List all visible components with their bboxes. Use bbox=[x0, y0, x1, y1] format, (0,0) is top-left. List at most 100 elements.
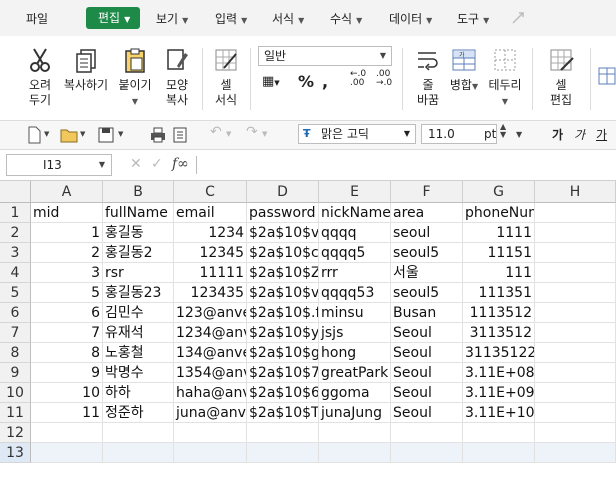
cell-C4[interactable]: 11111 bbox=[174, 263, 247, 283]
cell-B11[interactable]: 정준하 bbox=[103, 403, 174, 423]
cell-B7[interactable]: 유재석 bbox=[103, 323, 174, 343]
cell-E2[interactable]: qqqq bbox=[319, 223, 391, 243]
cell-E6[interactable]: minsu bbox=[319, 303, 391, 323]
collapse-ribbon-icon[interactable] bbox=[510, 10, 526, 26]
cell-B2[interactable]: 홍길동 bbox=[103, 223, 174, 243]
select-all-corner[interactable] bbox=[0, 181, 31, 203]
menu-format[interactable]: 서식 ▼ bbox=[272, 10, 304, 27]
cell-A4[interactable]: 3 bbox=[31, 263, 103, 283]
chevron-down-icon[interactable]: ▼ bbox=[516, 130, 522, 148]
column-header-G[interactable]: G bbox=[463, 181, 535, 203]
wrap-text-button[interactable]: 줄 바꿈 bbox=[412, 46, 444, 108]
cell-C10[interactable]: haha@anv bbox=[174, 383, 247, 403]
cell-B12[interactable] bbox=[103, 423, 174, 443]
cell-E10[interactable]: ggoma bbox=[319, 383, 391, 403]
cell-E5[interactable]: qqqq53 bbox=[319, 283, 391, 303]
cell-A9[interactable]: 9 bbox=[31, 363, 103, 383]
cell-E13[interactable] bbox=[319, 443, 391, 463]
row-header-13[interactable]: 13 bbox=[0, 443, 31, 463]
cell-C2[interactable]: 1234 bbox=[174, 223, 247, 243]
chevron-down-icon[interactable]: ▼ bbox=[80, 130, 85, 148]
cell-C12[interactable] bbox=[174, 423, 247, 443]
chevron-down-icon[interactable]: ▼ bbox=[226, 130, 231, 148]
cell-C13[interactable] bbox=[174, 443, 247, 463]
cell-D1[interactable]: password bbox=[247, 203, 319, 223]
cell-H3[interactable] bbox=[535, 243, 616, 263]
font-select[interactable]: Ŧ 맑은 고딕 ▼ bbox=[298, 124, 416, 144]
font-size-select[interactable]: 11.0 pt bbox=[421, 124, 497, 144]
border-button[interactable]: 테두리 ▼ bbox=[486, 46, 524, 109]
cell-D7[interactable]: $2a$10$yB bbox=[247, 323, 319, 343]
chevron-down-icon[interactable]: ▼ bbox=[118, 130, 123, 148]
cell-E3[interactable]: qqqq5 bbox=[319, 243, 391, 263]
row-header-8[interactable]: 8 bbox=[0, 343, 31, 363]
copy-button[interactable]: 복사하기 bbox=[60, 46, 112, 93]
cell-A6[interactable]: 6 bbox=[31, 303, 103, 323]
cell-G1[interactable]: phoneNumber bbox=[463, 203, 535, 223]
italic-button[interactable]: 가 bbox=[574, 126, 585, 144]
column-header-B[interactable]: B bbox=[103, 181, 174, 203]
cell-F5[interactable]: seoul5 bbox=[391, 283, 463, 303]
chevron-down-icon[interactable]: ▼ bbox=[262, 130, 267, 148]
cell-D3[interactable]: $2a$10$cc bbox=[247, 243, 319, 263]
cell-G2[interactable]: 1111 bbox=[463, 223, 535, 243]
row-header-9[interactable]: 9 bbox=[0, 363, 31, 383]
redo-icon[interactable]: ↷ bbox=[246, 124, 258, 142]
cell-B13[interactable] bbox=[103, 443, 174, 463]
format-painter-button[interactable]: 모양 복사 bbox=[160, 46, 194, 108]
cell-A7[interactable]: 7 bbox=[31, 323, 103, 343]
print-preview-icon[interactable] bbox=[172, 126, 188, 144]
chevron-down-icon[interactable]: ▼ bbox=[44, 130, 49, 148]
cell-E1[interactable]: nickName bbox=[319, 203, 391, 223]
name-box[interactable]: I13 ▼ bbox=[6, 154, 112, 176]
cell-H13[interactable] bbox=[535, 443, 616, 463]
cell-H6[interactable] bbox=[535, 303, 616, 323]
column-header-H[interactable]: H bbox=[535, 181, 616, 203]
cell-H5[interactable] bbox=[535, 283, 616, 303]
cell-A1[interactable]: mid bbox=[31, 203, 103, 223]
cell-F3[interactable]: seoul5 bbox=[391, 243, 463, 263]
cell-D2[interactable]: $2a$10$vp bbox=[247, 223, 319, 243]
percent-icon[interactable]: % bbox=[298, 72, 314, 91]
cell-F8[interactable]: Seoul bbox=[391, 343, 463, 363]
cell-F7[interactable]: Seoul bbox=[391, 323, 463, 343]
cell-D6[interactable]: $2a$10$.fr bbox=[247, 303, 319, 323]
cell-D8[interactable]: $2a$10$gu bbox=[247, 343, 319, 363]
cell-H4[interactable] bbox=[535, 263, 616, 283]
confirm-icon[interactable]: ✓ bbox=[151, 156, 163, 172]
cell-G8[interactable]: 31135122 bbox=[463, 343, 535, 363]
cell-B9[interactable]: 박명수 bbox=[103, 363, 174, 383]
menu-formula[interactable]: 수식 ▼ bbox=[330, 10, 362, 27]
cell-G7[interactable]: 3113512 bbox=[463, 323, 535, 343]
menu-edit[interactable]: 편집 ▼ bbox=[86, 7, 140, 29]
row-header-4[interactable]: 4 bbox=[0, 263, 31, 283]
cell-C11[interactable]: juna@anv bbox=[174, 403, 247, 423]
cell-G11[interactable]: 3.11E+10 bbox=[463, 403, 535, 423]
cell-F12[interactable] bbox=[391, 423, 463, 443]
cancel-icon[interactable]: ✕ bbox=[130, 156, 142, 172]
function-icon[interactable]: f∞ bbox=[172, 156, 189, 172]
underline-button[interactable]: 가 bbox=[596, 126, 607, 144]
cell-A3[interactable]: 2 bbox=[31, 243, 103, 263]
column-header-D[interactable]: D bbox=[247, 181, 319, 203]
cell-B6[interactable]: 김민수 bbox=[103, 303, 174, 323]
merge-button[interactable]: 가 병합▼ bbox=[448, 46, 480, 94]
save-icon[interactable] bbox=[98, 126, 114, 144]
cell-E9[interactable]: greatPark bbox=[319, 363, 391, 383]
cell-H12[interactable] bbox=[535, 423, 616, 443]
cell-F6[interactable]: Busan bbox=[391, 303, 463, 323]
cell-E7[interactable]: jsjs bbox=[319, 323, 391, 343]
cell-C1[interactable]: email bbox=[174, 203, 247, 223]
cell-D12[interactable] bbox=[247, 423, 319, 443]
menu-tools[interactable]: 도구 ▼ bbox=[457, 10, 489, 27]
table-icon[interactable] bbox=[598, 66, 616, 86]
cell-format-button[interactable]: 셀 서식 bbox=[210, 46, 242, 108]
cell-H10[interactable] bbox=[535, 383, 616, 403]
cell-D4[interactable]: $2a$10$ZX bbox=[247, 263, 319, 283]
cell-F13[interactable] bbox=[391, 443, 463, 463]
undo-icon[interactable]: ↶ bbox=[210, 124, 222, 142]
cell-B10[interactable]: 하하 bbox=[103, 383, 174, 403]
cell-A11[interactable]: 11 bbox=[31, 403, 103, 423]
menu-data[interactable]: 데이터 ▼ bbox=[389, 10, 432, 27]
menu-insert[interactable]: 입력 ▼ bbox=[215, 10, 247, 27]
